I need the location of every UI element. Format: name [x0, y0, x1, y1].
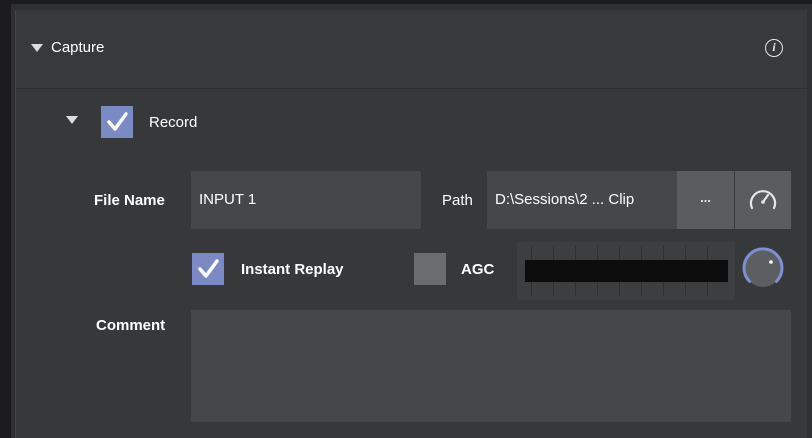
gauge-button[interactable]	[735, 171, 791, 229]
collapse-triangle-icon[interactable]	[31, 44, 43, 52]
section-title: Capture	[51, 39, 105, 56]
meter-bar	[525, 260, 728, 282]
gain-knob[interactable]	[741, 246, 785, 290]
record-checkbox[interactable]	[101, 106, 133, 138]
capture-panel: Capture i Record File Name INPUT 1 Path …	[15, 10, 807, 438]
record-collapse-triangle-icon[interactable]	[66, 116, 78, 124]
instant-replay-checkbox[interactable]	[192, 253, 224, 285]
file-name-label: File Name	[94, 192, 165, 209]
agc-label: AGC	[461, 261, 495, 278]
capture-section-header[interactable]: Capture i	[16, 10, 807, 89]
instant-replay-label: Instant Replay	[241, 261, 344, 278]
gauge-icon	[749, 190, 777, 210]
comment-textarea[interactable]	[191, 310, 791, 422]
checkmark-icon	[198, 259, 219, 278]
path-input[interactable]: D:\Sessions\2 ... Clip	[487, 171, 677, 229]
comment-label: Comment	[96, 317, 166, 334]
agc-checkbox[interactable]	[414, 253, 446, 285]
file-name-input[interactable]: INPUT 1	[191, 171, 421, 229]
path-label: Path	[442, 192, 473, 209]
checkmark-icon	[107, 112, 128, 131]
record-label: Record	[149, 114, 198, 131]
info-icon[interactable]: i	[765, 39, 783, 57]
audio-level-meter	[517, 242, 735, 300]
browse-button[interactable]: ...	[677, 171, 734, 229]
